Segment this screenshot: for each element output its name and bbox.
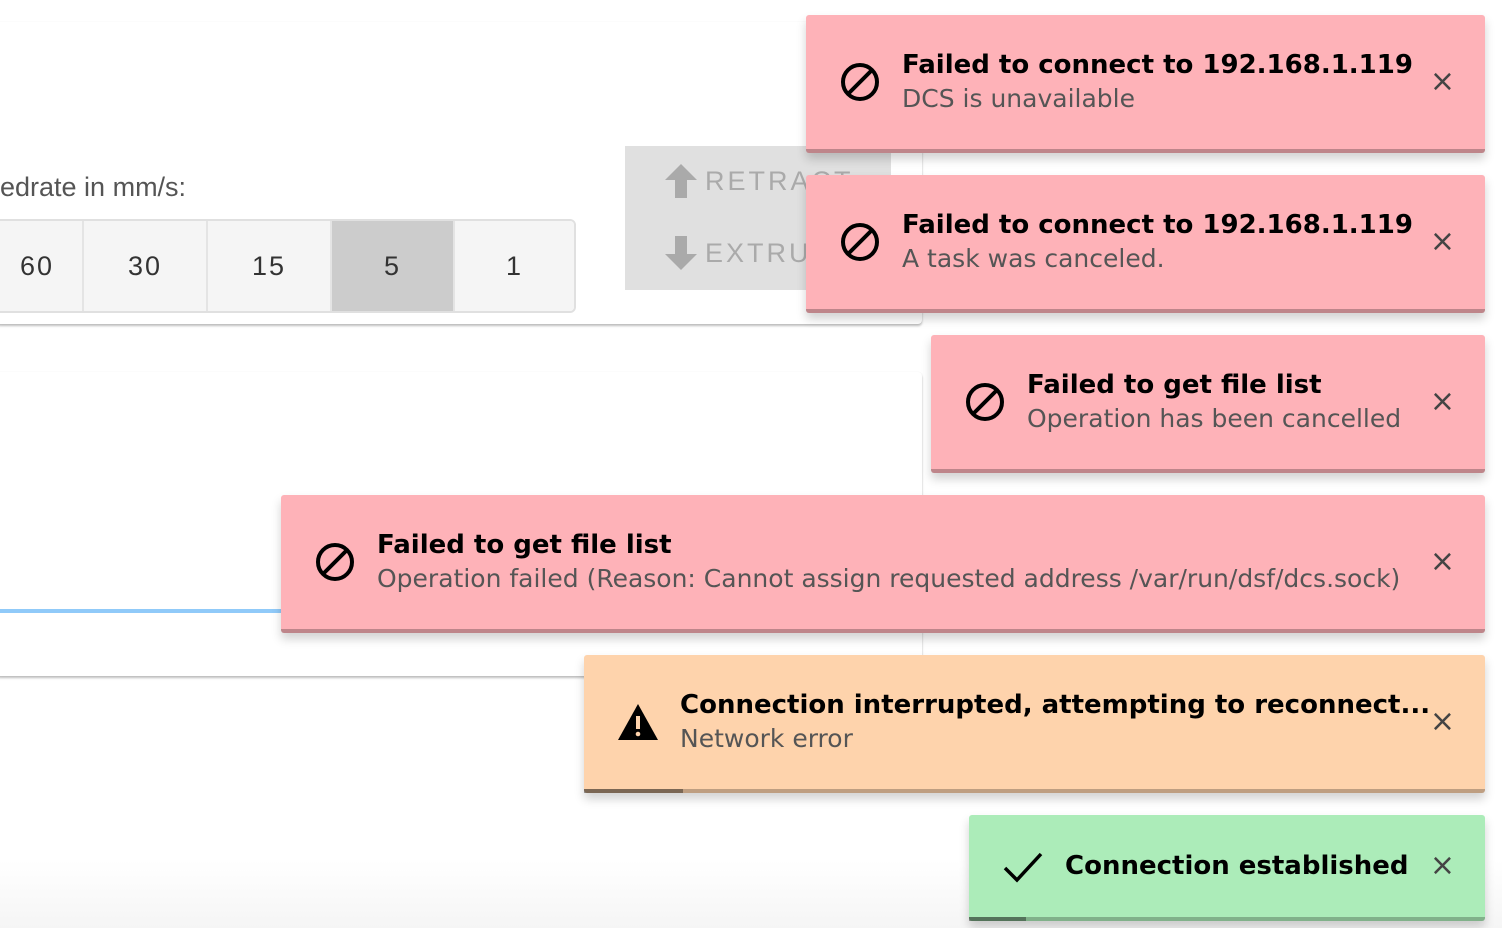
toast-message: Network error <box>680 724 853 753</box>
toast-message: Operation failed (Reason: Cannot assign … <box>377 564 1401 593</box>
feedrate-5-button[interactable]: 5 <box>332 221 455 311</box>
progress-line <box>0 609 281 613</box>
close-icon[interactable]: × <box>1430 851 1455 881</box>
toast-title: Failed to connect to 192.168.1.119 <box>902 50 1413 80</box>
toast-warning: Connection interrupted, attempting to re… <box>584 655 1485 793</box>
ban-icon <box>841 63 879 101</box>
toast-success: Connection established × <box>969 815 1485 921</box>
warning-icon <box>618 704 658 740</box>
toast-message: DCS is unavailable <box>902 84 1135 113</box>
arrow-up-icon <box>665 164 697 198</box>
check-icon <box>1003 852 1043 883</box>
feedrate-label: edrate in mm/s: <box>0 172 187 202</box>
close-icon[interactable]: × <box>1430 67 1455 97</box>
toast-title: Failed to get file list <box>377 530 672 560</box>
toast-error: Failed to get file list Operation has bee… <box>931 335 1485 473</box>
toast-title: Failed to connect to 192.168.1.119 <box>902 210 1413 240</box>
toast-progress-bar <box>969 917 1026 921</box>
toast-message: A task was canceled. <box>902 244 1165 273</box>
toast-progress-bar <box>584 789 684 793</box>
toast-error: Failed to connect to 192.168.1.119 A task… <box>806 175 1485 313</box>
ban-icon <box>316 543 354 581</box>
ban-icon <box>966 383 1004 421</box>
toast-error: Failed to connect to 192.168.1.119 DCS is… <box>806 15 1485 153</box>
toast-title: Connection interrupted, attempting to re… <box>680 690 1431 720</box>
toast-title: Failed to get file list <box>1027 370 1322 400</box>
ban-icon <box>841 223 879 261</box>
toast-title: Connection established <box>1065 851 1409 881</box>
close-icon[interactable]: × <box>1430 227 1455 257</box>
toast-message: Operation has been cancelled <box>1027 404 1402 433</box>
close-icon[interactable]: × <box>1430 387 1455 417</box>
close-icon[interactable]: × <box>1430 547 1455 577</box>
feedrate-30-button[interactable]: 30 <box>84 221 208 311</box>
arrow-down-icon <box>665 236 697 270</box>
feedrate-15-button[interactable]: 15 <box>208 221 332 311</box>
close-icon[interactable]: × <box>1430 707 1455 737</box>
feedrate-60-button[interactable]: 60 <box>0 221 84 311</box>
feedrate-button-group: 60 30 15 5 1 <box>0 219 576 313</box>
feedrate-1-button[interactable]: 1 <box>455 221 574 311</box>
toast-error: Failed to get file list Operation failed … <box>281 495 1485 633</box>
extrude-card: edrate in mm/s: 60 30 15 5 1 RETRACT EXT… <box>0 22 922 324</box>
